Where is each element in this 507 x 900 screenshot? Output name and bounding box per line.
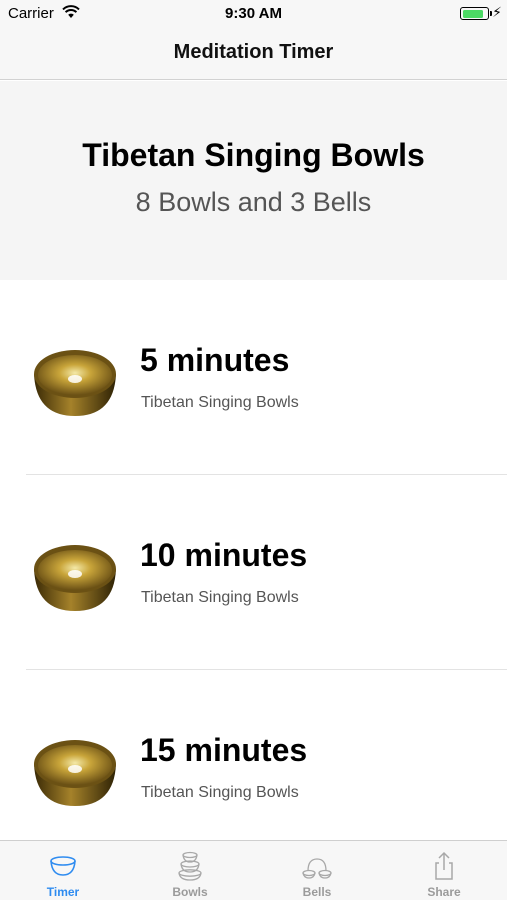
tab-share[interactable]: Share <box>381 841 507 900</box>
collection-subtitle: 8 Bowls and 3 Bells <box>135 187 372 217</box>
timer-bowl-icon <box>48 851 78 881</box>
tab-bowls-label: Bowls <box>172 885 208 899</box>
share-icon <box>429 851 459 881</box>
timer-row[interactable]: 5 minutes Tibetan Singing Bowls <box>0 280 507 475</box>
timer-collection: Tibetan Singing Bowls <box>141 589 299 606</box>
collection-title: Tibetan Singing Bowls <box>82 137 425 173</box>
timer-row[interactable]: 10 minutes Tibetan Singing Bowls <box>0 475 507 670</box>
battery-icon <box>460 7 489 20</box>
timer-duration: 5 minutes <box>140 342 290 378</box>
collection-header: Tibetan Singing Bowls 8 Bowls and 3 Bell… <box>0 81 507 280</box>
tab-timer[interactable]: Timer <box>0 841 126 900</box>
timer-list: 5 minutes Tibetan Singing Bowls 10 minut… <box>0 280 507 840</box>
timer-collection: Tibetan Singing Bowls <box>141 394 299 411</box>
timer-collection: Tibetan Singing Bowls <box>141 784 299 801</box>
bells-icon <box>302 851 332 881</box>
battery-level <box>462 9 484 18</box>
tab-timer-label: Timer <box>46 885 80 899</box>
tab-bells[interactable]: Bells <box>254 841 380 900</box>
singing-bowl-icon <box>32 541 118 613</box>
charging-bolt-icon: ⚡︎ <box>492 4 502 20</box>
tab-share-label: Share <box>427 885 461 899</box>
tab-bar: Timer Bowls Bells Share <box>0 840 507 900</box>
status-time: 9:30 AM <box>225 5 282 22</box>
timer-row[interactable]: 15 minutes Tibetan Singing Bowls <box>0 670 507 840</box>
bowls-stack-icon <box>175 851 205 881</box>
nav-title: Meditation Timer <box>173 41 334 63</box>
tab-bells-label: Bells <box>302 885 332 899</box>
tab-bowls[interactable]: Bowls <box>127 841 253 900</box>
singing-bowl-icon <box>32 346 118 418</box>
status-bar: Carrier 9:30 AM ⚡︎ <box>0 0 507 28</box>
timer-duration: 10 minutes <box>140 537 308 573</box>
navigation-bar: Meditation Timer <box>0 28 507 80</box>
timer-duration: 15 minutes <box>140 732 308 768</box>
singing-bowl-icon <box>32 736 118 808</box>
